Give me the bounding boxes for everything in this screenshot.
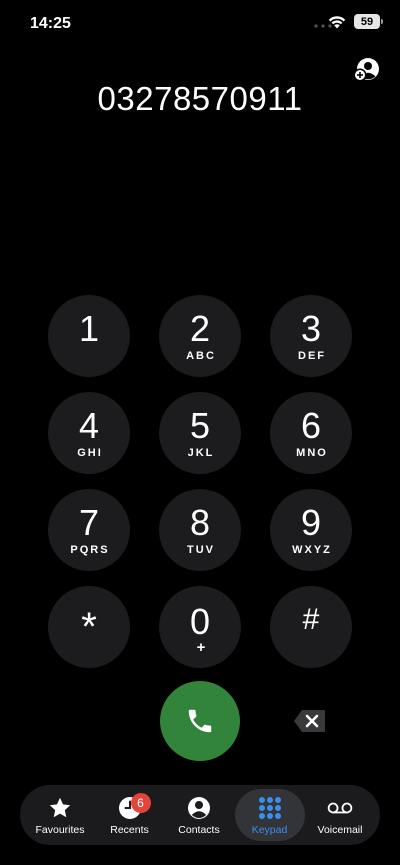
tab-bar: Favourites 6 Recents Contacts Keypad Voi…: [20, 785, 380, 845]
keypad: 1 2 ABC 3 DEF 4 GHI 5 JKL 6 MNO 7 PQRS 8…: [48, 295, 352, 668]
tab-favourites[interactable]: Favourites: [26, 789, 94, 841]
key-hash[interactable]: #: [270, 586, 352, 668]
key-digit: 4: [78, 404, 100, 446]
voicemail-icon: [327, 795, 353, 821]
key-letters: [310, 639, 312, 652]
key-letters: PQRS: [70, 543, 110, 556]
tab-voicemail[interactable]: Voicemail: [306, 789, 374, 841]
tab-recents[interactable]: 6 Recents: [96, 789, 164, 841]
key-6[interactable]: 6 MNO: [270, 392, 352, 474]
key-0[interactable]: 0 +: [159, 586, 241, 668]
key-4[interactable]: 4 GHI: [48, 392, 130, 474]
key-3[interactable]: 3 DEF: [270, 295, 352, 377]
key-letters: TUV: [187, 543, 215, 556]
dialed-number: 03278570911: [97, 80, 303, 117]
recents-badge: 6: [130, 793, 151, 813]
status-icons: 59: [328, 14, 383, 29]
key-5[interactable]: 5 JKL: [159, 392, 241, 474]
key-letters: MNO: [296, 446, 328, 459]
key-digit: 0: [189, 600, 211, 642]
battery-level: 59: [360, 15, 374, 28]
status-time: 14:25: [30, 15, 71, 32]
keypad-grid-icon: [257, 795, 283, 821]
tab-label: Voicemail: [317, 823, 363, 836]
key-digit: 9: [300, 501, 322, 543]
status-bar: 14:25 59: [0, 0, 400, 46]
key-letters: ABC: [186, 349, 216, 362]
backspace-icon[interactable]: [293, 709, 326, 733]
key-digit: 6: [300, 404, 322, 446]
key-1[interactable]: 1: [48, 295, 130, 377]
key-digit: 5: [189, 404, 211, 446]
battery-icon: 59: [354, 14, 383, 29]
key-digit: 7: [78, 501, 100, 543]
key-9[interactable]: 9 WXYZ: [270, 489, 352, 571]
key-8[interactable]: 8 TUV: [159, 489, 241, 571]
key-digit: 2: [189, 307, 211, 349]
key-letters: +: [196, 638, 206, 656]
tab-label: Keypad: [251, 823, 288, 836]
key-star[interactable]: *: [48, 586, 130, 668]
key-digit: 3: [300, 307, 322, 349]
tab-contacts[interactable]: Contacts: [165, 789, 233, 841]
key-digit: *: [81, 604, 97, 649]
tab-keypad[interactable]: Keypad: [234, 789, 305, 841]
key-letters: WXYZ: [292, 543, 332, 556]
key-letters: [88, 649, 90, 662]
call-button[interactable]: [160, 681, 240, 761]
key-7[interactable]: 7 PQRS: [48, 489, 130, 571]
tab-label: Favourites: [35, 823, 85, 836]
key-2[interactable]: 2 ABC: [159, 295, 241, 377]
phone-icon: [188, 709, 212, 733]
key-digit: #: [302, 602, 320, 636]
key-digit: 1: [78, 307, 100, 349]
person-circle-icon: [186, 795, 212, 821]
tab-label: Contacts: [178, 823, 220, 836]
wifi-icon: [328, 15, 346, 28]
key-letters: DEF: [298, 349, 326, 362]
key-digit: 8: [189, 501, 211, 543]
tab-label: Recents: [110, 823, 149, 836]
key-letters: [88, 350, 90, 363]
key-letters: GHI: [77, 446, 103, 459]
star-icon: [47, 795, 73, 821]
key-letters: JKL: [187, 446, 215, 459]
